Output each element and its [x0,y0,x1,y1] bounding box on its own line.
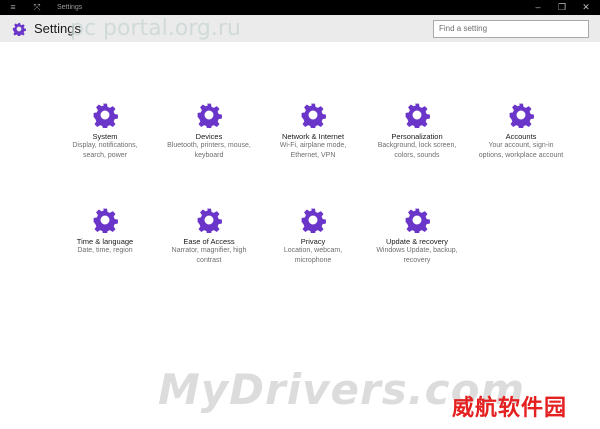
tile-description: Your account, sign-in options, workplace… [478,142,564,159]
title-bar: ≡ ⤧ Settings – ❐ ✕ [0,0,600,15]
tile-description: Bluetooth, printers, mouse, keyboard [167,142,251,159]
tile-description: Background, lock screen, colors, sounds [377,142,457,159]
tile-title: Network & Internet [281,132,345,141]
tile-description: Date, time, region [77,247,133,254]
watermark-chinese: 威航软件园 [452,396,568,421]
tile-description: Windows Update, backup, recovery [376,247,458,264]
tile-title: Update & recovery [385,237,449,246]
maximize-button[interactable]: ❐ [550,0,574,15]
gear-icon [508,102,534,128]
window-title: Settings [57,4,83,11]
tile-accounts[interactable]: Accounts Your account, sign-in options, … [476,102,566,161]
minimize-button[interactable]: – [526,0,550,15]
gear-icon [196,102,222,128]
tile-ease-of-access[interactable]: Ease of Access Narrator, magnifier, high… [164,207,254,266]
gear-icon [92,102,118,128]
tile-description: Location, webcam, microphone [283,247,343,264]
close-button[interactable]: ✕ [574,0,598,15]
tile-title: Accounts [505,132,537,141]
tile-description: Wi-Fi, airplane mode, Ethernet, VPN [279,142,347,159]
gear-icon [196,207,222,233]
tile-privacy[interactable]: Privacy Location, webcam, microphone [268,207,358,266]
tile-description: Narrator, magnifier, high contrast [171,247,247,264]
resize-icon[interactable]: ⤧ [30,0,44,15]
tile-title: Personalization [391,132,443,141]
settings-header: Settings pc portal.org.ru Find a setting [0,15,600,42]
gear-icon [92,207,118,233]
tile-title: Devices [195,132,223,141]
search-input[interactable]: Find a setting [433,20,589,38]
tile-devices[interactable]: Devices Bluetooth, printers, mouse, keyb… [164,102,254,161]
tile-update-recovery[interactable]: Update & recovery Windows Update, backup… [372,207,462,266]
tile-title: Privacy [300,237,326,246]
tile-personalization[interactable]: Personalization Background, lock screen,… [372,102,462,161]
gear-icon [300,207,326,233]
gear-icon [404,207,430,233]
gear-icon [12,22,26,36]
gear-icon [300,102,326,128]
watermark-logo: pc portal.org.ru [70,16,241,41]
tile-title: Time & language [76,237,134,246]
tile-title: System [92,132,118,141]
menu-icon[interactable]: ≡ [6,0,20,15]
gear-icon [404,102,430,128]
tile-system[interactable]: System Display, notifications, search, p… [60,102,150,161]
tile-description: Display, notifications, search, power [72,142,138,159]
tile-title: Ease of Access [183,237,235,246]
tile-network-internet[interactable]: Network & Internet Wi-Fi, airplane mode,… [268,102,358,161]
tile-time-language[interactable]: Time & language Date, time, region [60,207,150,256]
